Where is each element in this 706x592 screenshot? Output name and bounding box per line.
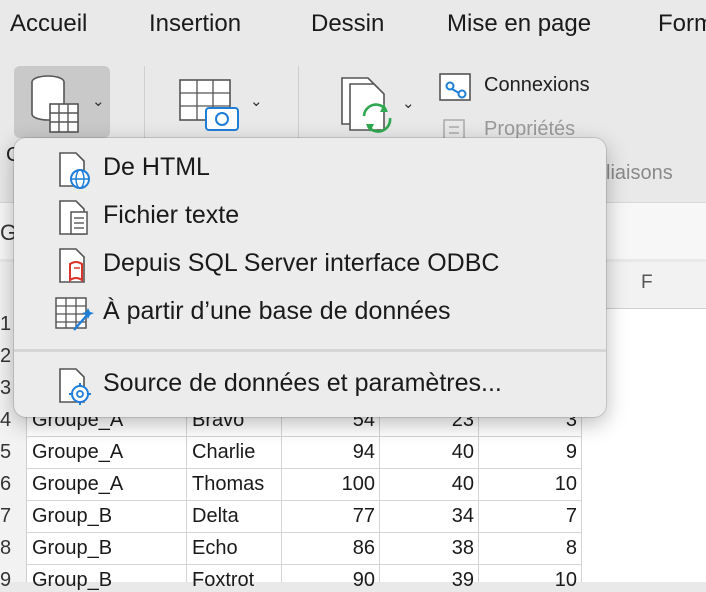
menu-item-source-de-donnees[interactable]: Source de données et paramètres... xyxy=(14,362,606,408)
menu-item-base-de-donnees[interactable]: À partir d’une base de données xyxy=(14,290,606,336)
get-data-button[interactable]: ⌄ xyxy=(14,66,110,138)
table-cell[interactable]: Charlie xyxy=(192,441,255,464)
table-cell[interactable]: 9 xyxy=(481,441,577,464)
row-number[interactable]: 7 xyxy=(0,505,24,528)
data-from-picture-button[interactable]: ⌄ xyxy=(172,72,268,136)
chevron-down-icon: ⌄ xyxy=(92,93,105,110)
table-cell[interactable]: 40 xyxy=(382,473,474,496)
tab-formules[interactable]: Form xyxy=(658,10,706,38)
table-cell[interactable]: 38 xyxy=(382,537,474,560)
tab-accueil[interactable]: Accueil xyxy=(10,10,87,38)
refresh-all-button[interactable]: ⌄ xyxy=(330,72,422,142)
menu-item-label: Depuis SQL Server interface ODBC xyxy=(103,249,500,277)
ribbon-tab-bar: Accueil Insertion Dessin Mise en page Fo… xyxy=(0,0,706,52)
menu-separator xyxy=(14,349,606,352)
row-number[interactable]: 5 xyxy=(0,441,24,464)
table-cell[interactable]: 10 xyxy=(481,569,577,592)
menu-item-de-html[interactable]: De HTML xyxy=(14,146,606,192)
tab-insertion[interactable]: Insertion xyxy=(149,10,241,38)
chevron-down-icon: ⌄ xyxy=(402,95,415,112)
connexions-label: Connexions xyxy=(484,74,590,96)
row-number[interactable]: 8 xyxy=(0,537,24,560)
table-cell[interactable]: Group_B xyxy=(32,569,112,592)
table-cell[interactable]: 7 xyxy=(481,505,577,528)
table-cell[interactable]: 8 xyxy=(481,537,577,560)
table-cell[interactable]: Delta xyxy=(192,505,239,528)
table-cell[interactable]: 94 xyxy=(284,441,375,464)
row-number[interactable]: 6 xyxy=(0,473,24,496)
table-cell[interactable]: Thomas xyxy=(192,473,264,496)
grid-line xyxy=(26,564,582,565)
table-cell[interactable]: 39 xyxy=(382,569,474,592)
table-cell[interactable]: 77 xyxy=(284,505,375,528)
tab-mise-en-page[interactable]: Mise en page xyxy=(447,10,591,38)
tab-dessin[interactable]: Dessin xyxy=(311,10,384,38)
table-cell[interactable]: 86 xyxy=(284,537,375,560)
table-cell[interactable]: Group_B xyxy=(32,537,112,560)
column-header-f[interactable]: F xyxy=(641,272,653,294)
table-cell[interactable]: 10 xyxy=(481,473,577,496)
text-file-icon xyxy=(59,200,88,235)
table-cell[interactable]: 34 xyxy=(382,505,474,528)
row-number[interactable]: 9 xyxy=(0,569,24,592)
grid-line xyxy=(26,468,582,469)
data-source-settings-icon xyxy=(59,368,91,405)
connections-icon xyxy=(439,73,471,101)
table-cell[interactable]: Group_B xyxy=(32,505,112,528)
grid-line xyxy=(26,532,582,533)
table-cell[interactable]: Groupe_A xyxy=(32,473,123,496)
sql-server-icon xyxy=(59,248,85,283)
database-wizard-icon xyxy=(55,297,94,331)
grid-line xyxy=(26,500,582,501)
table-cell[interactable]: Echo xyxy=(192,537,238,560)
table-cell[interactable]: 40 xyxy=(382,441,474,464)
refresh-document-icon xyxy=(341,77,392,133)
html-document-icon xyxy=(59,152,90,189)
menu-item-label: De HTML xyxy=(103,153,210,181)
group-label-liaisons: liaisons xyxy=(606,162,673,184)
get-data-dropdown-menu: De HTML Fichier texte Depuis SQL Server … xyxy=(14,138,606,417)
database-table-icon xyxy=(31,75,79,133)
table-camera-icon xyxy=(179,79,239,131)
menu-item-sql-server-odbc[interactable]: Depuis SQL Server interface ODBC xyxy=(14,242,606,288)
chevron-down-icon: ⌄ xyxy=(250,93,263,110)
menu-item-fichier-texte[interactable]: Fichier texte xyxy=(14,194,606,240)
menu-item-label: Source de données et paramètres... xyxy=(103,369,502,397)
menu-item-label: À partir d’une base de données xyxy=(103,297,451,325)
table-cell[interactable]: 100 xyxy=(284,473,375,496)
connexions-button[interactable]: Connexions xyxy=(438,72,608,102)
table-cell[interactable]: 90 xyxy=(284,569,375,592)
table-cell[interactable]: Groupe_A xyxy=(32,441,123,464)
table-cell[interactable]: Foxtrot xyxy=(192,569,254,592)
menu-item-label: Fichier texte xyxy=(103,201,240,229)
grid-line xyxy=(26,436,582,437)
